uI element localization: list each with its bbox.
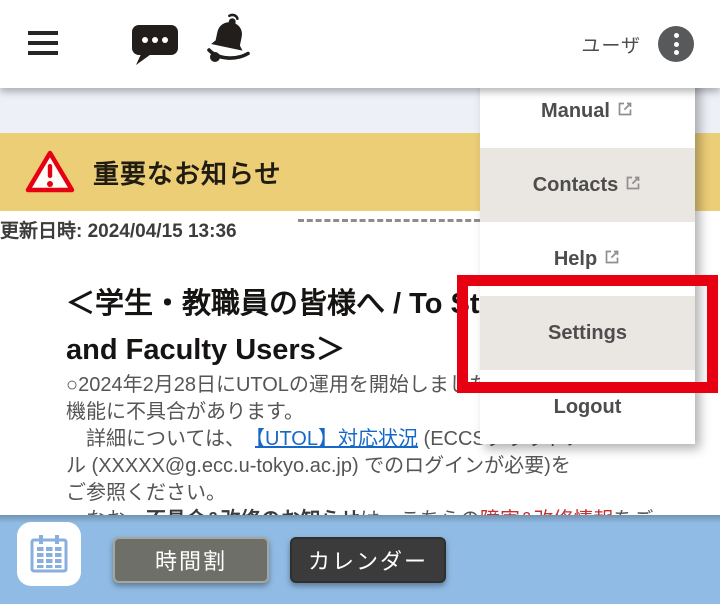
user-menu-area: ユーザ bbox=[581, 0, 694, 88]
menu-item-logout[interactable]: Logout bbox=[480, 370, 695, 444]
menu-item-settings-label: Settings bbox=[548, 321, 627, 344]
external-link-icon bbox=[605, 250, 619, 264]
external-link-icon bbox=[626, 176, 640, 190]
user-label: ユーザ bbox=[581, 35, 641, 57]
menu-item-help-label: Help bbox=[553, 247, 598, 270]
menu-item-help[interactable]: Help bbox=[480, 222, 695, 296]
notice-line-4: ル (XXXXX@g.ecc.u-tokyo.ac.jp) でのログインが必要)… bbox=[66, 455, 571, 477]
menu-item-settings[interactable]: Settings bbox=[480, 296, 695, 370]
external-link-icon bbox=[618, 102, 632, 116]
hamburger-menu-icon[interactable] bbox=[28, 31, 58, 57]
menu-item-manual-label: Manual bbox=[541, 99, 610, 122]
important-notice-title: 重要なお知らせ bbox=[93, 158, 282, 189]
notice-line-5: ご参照ください。 bbox=[66, 482, 226, 504]
calendar-button-label: カレンダー bbox=[307, 549, 428, 574]
kebab-menu-button[interactable] bbox=[658, 26, 694, 62]
warning-triangle-icon bbox=[25, 150, 75, 193]
messages-icon[interactable] bbox=[131, 24, 181, 71]
notice-line-2: 機能に不具合があります。 bbox=[66, 401, 304, 423]
timetable-button-label: 時間割 bbox=[154, 549, 227, 574]
top-app-bar: ユーザ bbox=[0, 0, 720, 88]
menu-item-contacts-label: Contacts bbox=[532, 173, 619, 196]
utol-status-link[interactable]: 【UTOL】対応状況 bbox=[255, 428, 418, 450]
menu-item-logout-label: Logout bbox=[553, 395, 622, 418]
calendar-grid-icon bbox=[30, 535, 68, 573]
utol-mobile-screen: 重要なお知らせ 更新日時: 2024/04/15 13:36 ＜学生・教職員の皆… bbox=[0, 0, 720, 604]
updated-timestamp: 更新日時: 2024/04/15 13:36 bbox=[0, 221, 237, 242]
dotted-divider bbox=[298, 219, 480, 222]
user-dropdown-menu: Manual Contacts Help Settings Logout bbox=[480, 74, 695, 444]
calendar-tile-button[interactable] bbox=[17, 522, 81, 586]
notifications-bell-icon[interactable] bbox=[200, 13, 258, 72]
timetable-button[interactable]: 時間割 bbox=[113, 537, 269, 583]
bottom-toolbar: 時間割 カレンダー bbox=[0, 515, 720, 604]
calendar-button[interactable]: カレンダー bbox=[290, 537, 446, 583]
notice-line-3-prefix: 詳細については、 bbox=[66, 428, 255, 450]
menu-item-contacts[interactable]: Contacts bbox=[480, 148, 695, 222]
